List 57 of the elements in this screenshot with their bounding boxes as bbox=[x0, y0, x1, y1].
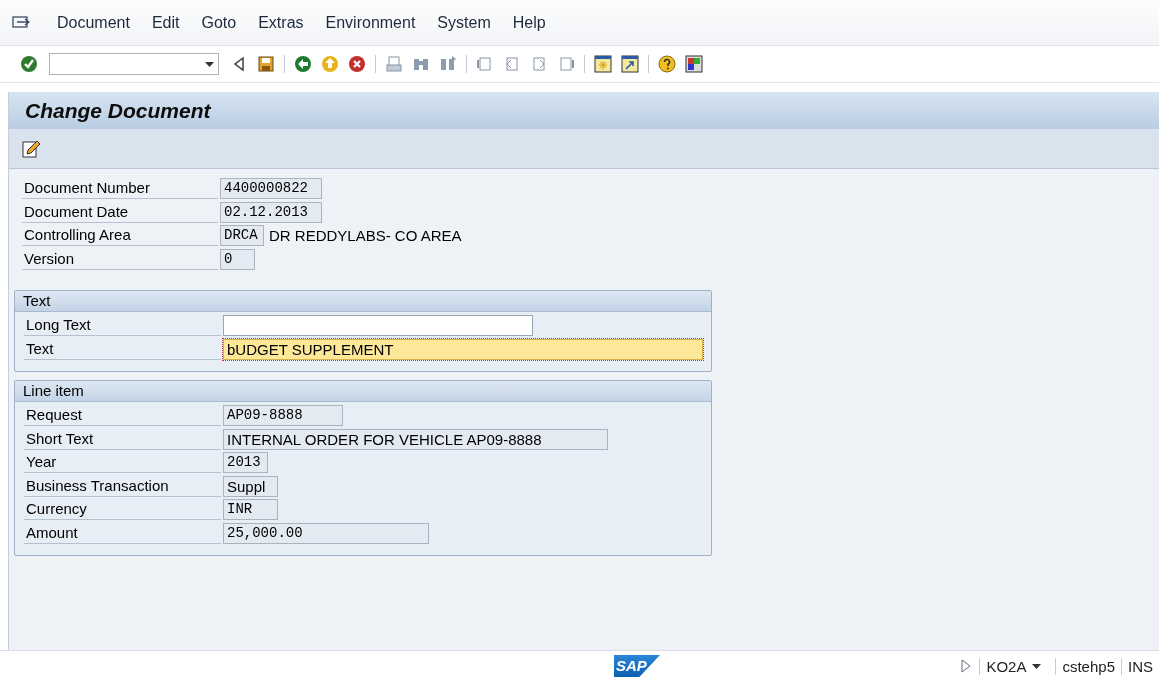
field-label: Text bbox=[24, 338, 221, 360]
sap-logo: SAP bbox=[614, 655, 660, 677]
dropdown-caret-icon[interactable] bbox=[1032, 663, 1042, 669]
field-label: Long Text bbox=[24, 315, 221, 337]
group-title: Line item bbox=[15, 381, 711, 402]
menu-item[interactable]: Goto bbox=[190, 10, 248, 35]
input-mode: INS bbox=[1121, 657, 1159, 675]
value-field: 4400000822 bbox=[220, 178, 322, 200]
group-title: Text bbox=[15, 291, 711, 312]
field-label: Currency bbox=[24, 499, 221, 521]
field-label: Controlling Area bbox=[22, 225, 218, 247]
menu-icon[interactable] bbox=[12, 15, 30, 30]
back-icon[interactable] bbox=[294, 55, 312, 73]
value-field: AP09-8888 bbox=[223, 405, 343, 427]
next-page-icon[interactable] bbox=[530, 55, 548, 73]
description-text: DR REDDYLABS- CO AREA bbox=[269, 227, 462, 245]
field-label: Version bbox=[22, 248, 218, 270]
field-label: Amount bbox=[24, 522, 221, 544]
value-field: 0 bbox=[220, 248, 255, 270]
dropdown-caret-icon[interactable] bbox=[205, 61, 214, 67]
save-icon[interactable] bbox=[257, 55, 275, 73]
field-label: Business Transaction bbox=[24, 475, 221, 497]
new-window-icon[interactable] bbox=[594, 55, 612, 73]
field-label: Request bbox=[24, 405, 221, 427]
cancel-icon[interactable] bbox=[348, 55, 366, 73]
menu-item[interactable]: System bbox=[426, 10, 502, 35]
value-field: DRCA bbox=[220, 225, 264, 247]
menu-item[interactable]: Document bbox=[46, 10, 141, 35]
check-icon[interactable] bbox=[20, 55, 38, 73]
transaction-code[interactable]: KO2A bbox=[979, 657, 1056, 675]
field-label: Year bbox=[24, 452, 221, 474]
menu-item[interactable]: Environment bbox=[314, 10, 427, 35]
help-icon[interactable] bbox=[658, 55, 676, 73]
value-field: 2013 bbox=[223, 452, 268, 474]
screen-title: Change Document bbox=[9, 92, 1159, 129]
first-page-icon[interactable] bbox=[476, 55, 494, 73]
field-label: Document Number bbox=[22, 178, 218, 200]
menu-item[interactable]: Extras bbox=[247, 10, 315, 35]
server-name: cstehp5 bbox=[1055, 657, 1121, 675]
menu-item[interactable]: Help bbox=[501, 10, 557, 35]
find-next-icon[interactable] bbox=[439, 55, 457, 73]
field-label: Document Date bbox=[22, 201, 218, 223]
previous-page-icon[interactable] bbox=[503, 55, 521, 73]
last-page-icon[interactable] bbox=[557, 55, 575, 73]
edit-pencil-icon[interactable] bbox=[21, 138, 41, 159]
command-field[interactable] bbox=[49, 53, 219, 75]
field-label: Short Text bbox=[24, 428, 221, 450]
value-field: INR bbox=[223, 499, 278, 521]
menu-item[interactable]: Edit bbox=[140, 10, 191, 35]
input-field[interactable]: bUDGET SUPPLEMENT bbox=[223, 338, 703, 360]
value-field: INTERNAL ORDER FOR VEHICLE AP09-8888 bbox=[223, 428, 608, 450]
shortcut-icon[interactable] bbox=[621, 55, 639, 73]
value-field: Suppl bbox=[223, 475, 278, 497]
input-field[interactable] bbox=[223, 315, 533, 337]
layout-icon[interactable] bbox=[685, 55, 703, 73]
value-field: 02.12.2013 bbox=[220, 201, 322, 223]
value-field: 25,000.00 bbox=[223, 522, 429, 544]
